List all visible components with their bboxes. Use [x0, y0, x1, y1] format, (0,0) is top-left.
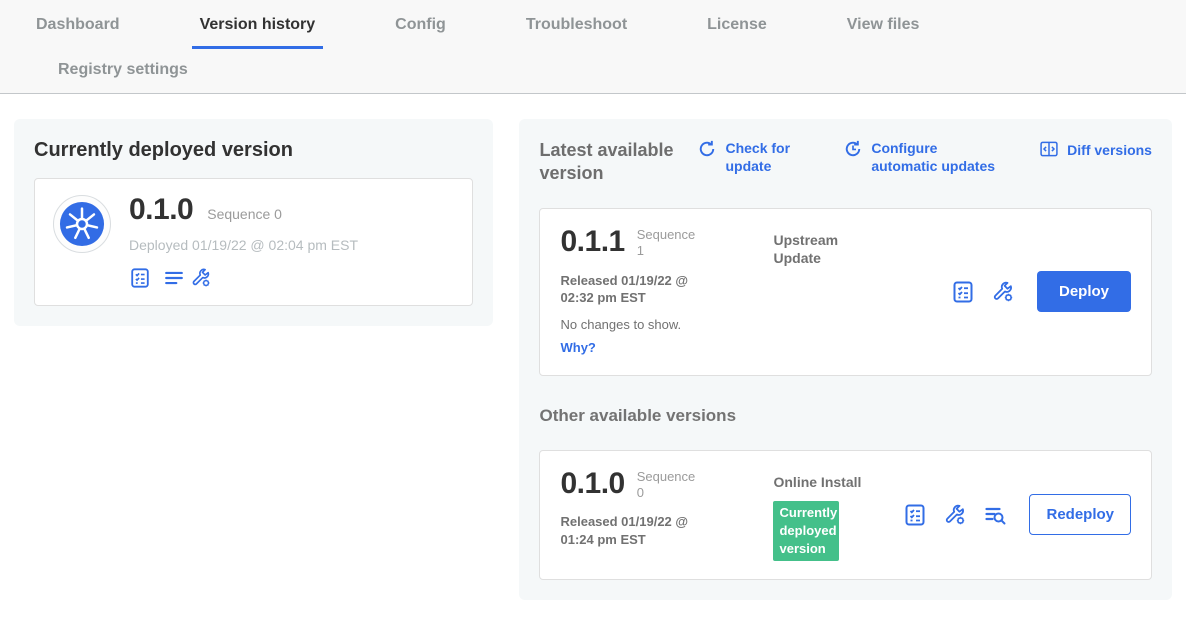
- latest-source-label: Upstream Update: [773, 231, 885, 267]
- edit-config-icon[interactable]: [190, 267, 212, 289]
- edit-config-icon[interactable]: [991, 280, 1015, 304]
- latest-released-timestamp: Released 01/19/22 @ 02:32 pm EST: [560, 272, 722, 307]
- deploy-button[interactable]: Deploy: [1037, 271, 1131, 312]
- latest-sequence-label: Sequence 1: [637, 227, 699, 260]
- release-notes-icon[interactable]: [129, 267, 151, 289]
- nav-row-1: Dashboard Version history Config Trouble…: [0, 0, 1186, 49]
- tab-dashboard[interactable]: Dashboard: [28, 0, 128, 49]
- version-history-page: Currently deployed version: [0, 94, 1186, 625]
- tab-troubleshoot[interactable]: Troubleshoot: [518, 0, 635, 49]
- other-release-card: 0.1.0 Sequence 0 Released 01/19/22 @ 01:…: [539, 450, 1152, 581]
- currently-deployed-title: Currently deployed version: [34, 139, 473, 162]
- release-notes-icon[interactable]: [903, 503, 927, 527]
- other-released-timestamp: Released 01/19/22 @ 01:24 pm EST: [560, 513, 722, 548]
- kubernetes-app-icon: [53, 195, 111, 253]
- check-for-update-link[interactable]: Check for update: [697, 139, 805, 175]
- tab-registry-settings[interactable]: Registry settings: [50, 49, 196, 93]
- other-source-label: Online Install: [773, 473, 885, 491]
- tab-config[interactable]: Config: [387, 0, 454, 49]
- app-nav: Dashboard Version history Config Trouble…: [0, 0, 1186, 94]
- deployed-version-card: 0.1.0 Sequence 0 Deployed 01/19/22 @ 02:…: [34, 178, 473, 306]
- other-source-column: Online Install Currently deployed versio…: [773, 473, 885, 562]
- other-version-number: 0.1.0: [560, 469, 624, 499]
- edit-config-icon[interactable]: [943, 503, 967, 527]
- tab-license[interactable]: License: [699, 0, 775, 49]
- refresh-icon: [697, 139, 717, 159]
- deployed-version-info: 0.1.0 Sequence 0 Deployed 01/19/22 @ 02:…: [129, 195, 358, 289]
- no-changes-text: No changes to show.: [560, 317, 755, 332]
- nav-row-2: Registry settings: [0, 49, 1186, 93]
- latest-release-info: 0.1.1 Sequence 1 Released 01/19/22 @ 02:…: [560, 227, 755, 357]
- release-notes-icon[interactable]: [951, 280, 975, 304]
- latest-version-number: 0.1.1: [560, 227, 624, 257]
- available-versions-panel: Latest available version Check for updat…: [519, 119, 1172, 600]
- other-versions-title: Other available versions: [539, 406, 1152, 426]
- currently-deployed-panel: Currently deployed version: [14, 119, 493, 326]
- deployed-timestamp: Deployed 01/19/22 @ 02:04 pm EST: [129, 237, 358, 253]
- deployed-sequence-label: Sequence 0: [207, 206, 282, 222]
- clock-refresh-icon: [843, 139, 863, 159]
- preflight-checks-icon[interactable]: [983, 503, 1007, 527]
- other-release-info: 0.1.0 Sequence 0 Released 01/19/22 @ 01:…: [560, 469, 755, 549]
- why-link[interactable]: Why?: [560, 340, 595, 355]
- diff-versions-link[interactable]: Diff versions: [1039, 139, 1152, 159]
- currently-deployed-badge: Currently deployed version: [773, 501, 839, 562]
- latest-available-title: Latest available version: [539, 139, 689, 184]
- configure-automatic-updates-link[interactable]: Configure automatic updates: [843, 139, 1001, 175]
- other-sequence-label: Sequence 0: [637, 469, 699, 502]
- tab-version-history[interactable]: Version history: [192, 0, 324, 49]
- diff-icon: [1039, 139, 1059, 159]
- latest-release-card: 0.1.1 Sequence 1 Released 01/19/22 @ 02:…: [539, 208, 1152, 376]
- redeploy-button[interactable]: Redeploy: [1029, 494, 1131, 535]
- tab-view-files[interactable]: View files: [839, 0, 928, 49]
- deployed-version-number: 0.1.0: [129, 195, 193, 225]
- deploy-logs-icon[interactable]: [163, 267, 185, 289]
